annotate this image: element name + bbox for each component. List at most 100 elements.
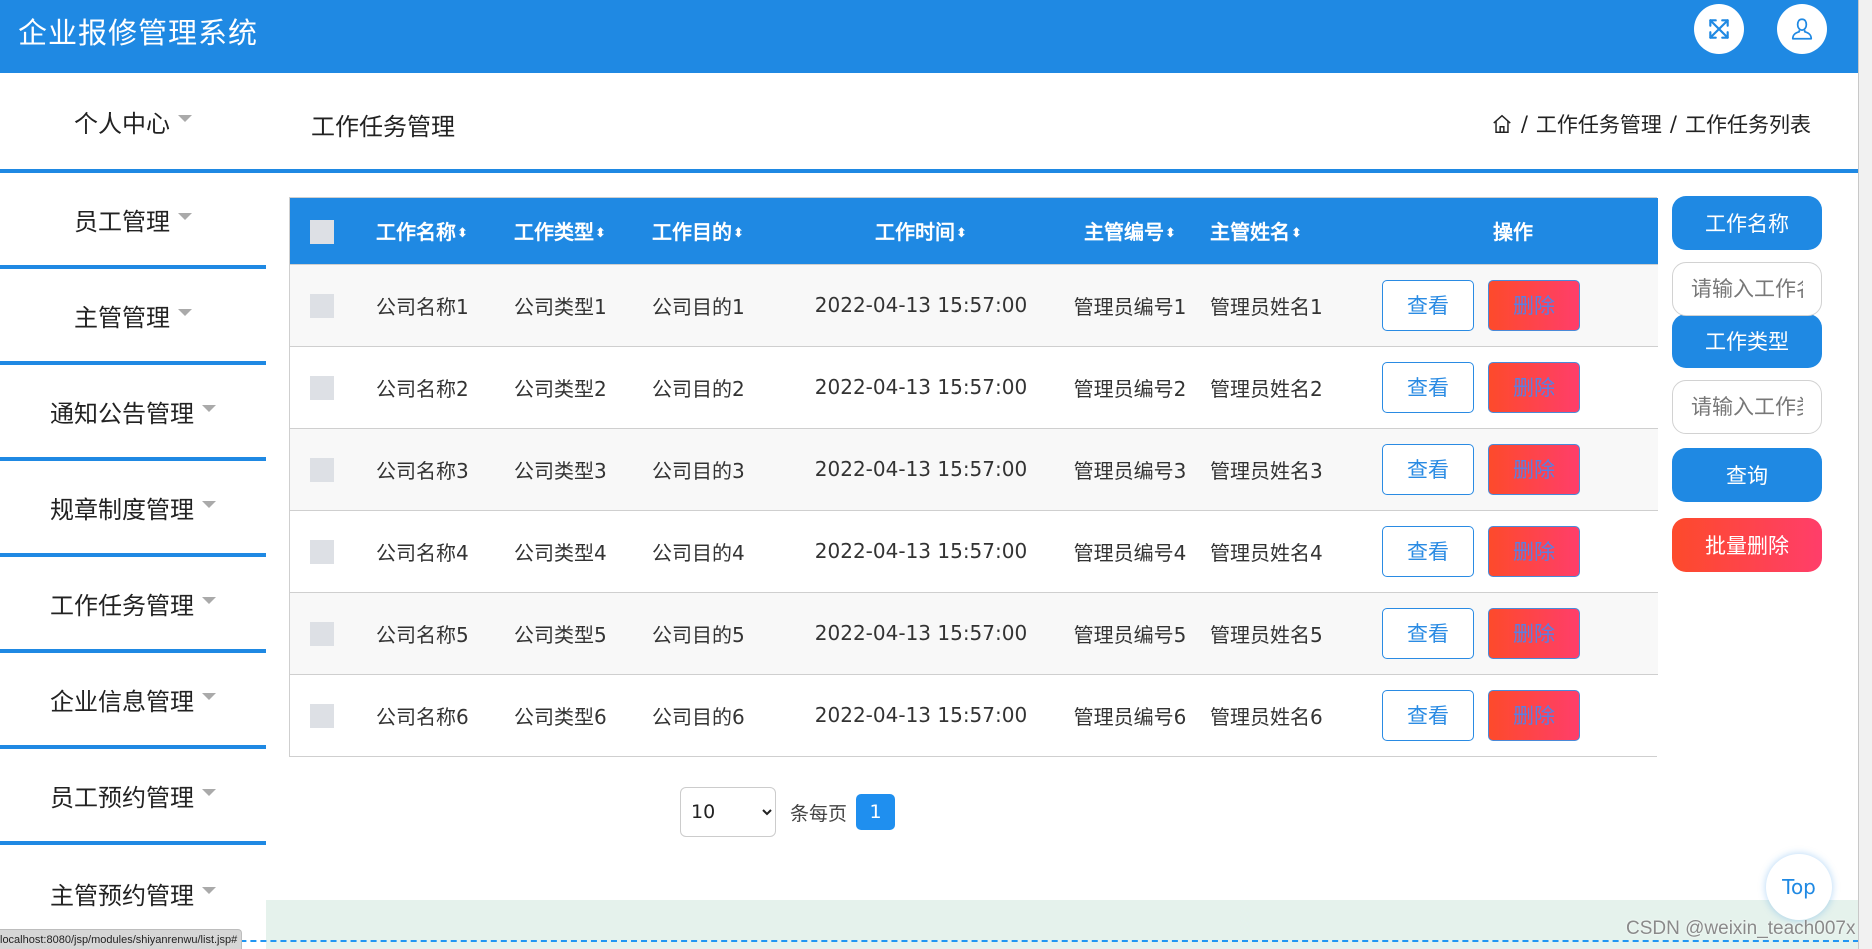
row-checkbox[interactable] [310, 621, 334, 646]
caret-down-icon [178, 212, 192, 220]
work-type-label-button[interactable]: 工作类型 [1672, 314, 1822, 368]
sidebar: 员工管理 主管管理 通知公告管理 规章制度管理 工作任务管理 企业信息管理 员工… [0, 173, 266, 941]
cell-work-type: 公司类型6 [514, 673, 652, 756]
fullscreen-button[interactable] [1694, 4, 1744, 54]
delete-button[interactable]: 删除 [1488, 525, 1580, 577]
table-row: 公司名称3 公司类型3 公司目的3 2022-04-13 15:57:00 管理员编号3… [290, 427, 1658, 510]
expand-arrows-icon [1709, 19, 1729, 39]
view-button[interactable]: 查看 [1382, 607, 1474, 659]
delete-button[interactable]: 删除 [1488, 689, 1580, 741]
cell-supervisor-id: 管理员编号3 [1050, 427, 1210, 510]
watermark: CSDN @weixin_teach007x [1626, 918, 1856, 939]
caret-down-icon [202, 886, 216, 894]
cell-supervisor-id: 管理员编号2 [1050, 345, 1210, 428]
sidebar-item-supervisor[interactable]: 主管管理 [0, 269, 266, 365]
caret-down-icon [178, 308, 192, 316]
cell-work-purpose: 公司目的2 [652, 345, 792, 428]
view-button[interactable]: 查看 [1382, 361, 1474, 413]
back-to-top-button[interactable]: Top [1766, 854, 1832, 920]
dashed-divider [0, 940, 1858, 942]
table-row: 公司名称2 公司类型2 公司目的2 2022-04-13 15:57:00 管理员编号2… [290, 345, 1658, 428]
cell-work-type: 公司类型3 [514, 427, 652, 510]
sidebar-item-label: 员工管理 [74, 207, 170, 236]
sort-icon: ⬍ [457, 226, 468, 242]
column-header-supervisor-name[interactable]: 主管姓名⬍ [1210, 198, 1368, 264]
sidebar-item-supervisor-booking[interactable]: 主管预约管理 [0, 845, 266, 941]
cell-supervisor-name: 管理员姓名1 [1210, 263, 1368, 346]
cell-work-name: 公司名称6 [376, 673, 514, 756]
breadcrumb: / 工作任务管理 / 工作任务列表 [1491, 109, 1811, 139]
batch-delete-button[interactable]: 批量删除 [1672, 518, 1822, 572]
delete-button[interactable]: 删除 [1488, 361, 1580, 413]
cell-work-type: 公司类型5 [514, 591, 652, 674]
sidebar-item-company-info[interactable]: 企业信息管理 [0, 653, 266, 749]
row-checkbox[interactable] [310, 704, 334, 728]
title-row: 个人中心 工作任务管理 / 工作任务管理 / 工作任务列表 [0, 73, 1858, 173]
sidebar-item-label: 工作任务管理 [50, 591, 194, 620]
breadcrumb-separator: / [1520, 112, 1528, 136]
sidebar-item-employee[interactable]: 员工管理 [0, 173, 266, 269]
sidebar-item-rules[interactable]: 规章制度管理 [0, 461, 266, 557]
query-button[interactable]: 查询 [1672, 448, 1822, 502]
sidebar-item-label: 主管预约管理 [50, 881, 194, 910]
column-header-type[interactable]: 工作类型⬍ [514, 198, 652, 264]
cell-work-name: 公司名称4 [376, 509, 514, 592]
delete-button[interactable]: 删除 [1488, 279, 1580, 331]
scrollbar[interactable] [1860, 0, 1872, 949]
app-title: 企业报修管理系统 [18, 16, 259, 50]
work-name-input[interactable] [1672, 262, 1822, 316]
caret-down-icon [202, 692, 216, 700]
sidebar-item-personal-center[interactable]: 个人中心 [0, 73, 266, 169]
table-body: 公司名称1 公司类型1 公司目的1 2022-04-13 15:57:00 管理员编号1… [290, 263, 1658, 756]
home-icon[interactable] [1491, 113, 1513, 135]
breadcrumb-item[interactable]: 工作任务管理 [1536, 109, 1662, 139]
select-all-checkbox[interactable] [310, 219, 334, 244]
row-checkbox[interactable] [310, 375, 334, 400]
sidebar-item-employee-booking[interactable]: 员工预约管理 [0, 749, 266, 845]
table-row: 公司名称4 公司类型4 公司目的4 2022-04-13 15:57:00 管理员编号4… [290, 509, 1658, 592]
row-checkbox[interactable] [310, 293, 334, 318]
view-button[interactable]: 查看 [1382, 689, 1474, 741]
sort-icon: ⬍ [1165, 226, 1176, 242]
table-row: 公司名称5 公司类型5 公司目的5 2022-04-13 15:57:00 管理员编号5… [290, 591, 1658, 674]
cell-work-name: 公司名称5 [376, 591, 514, 674]
view-button[interactable]: 查看 [1382, 279, 1474, 331]
sort-icon: ⬍ [956, 226, 967, 242]
cell-work-time: 2022-04-13 15:57:00 [792, 673, 1050, 756]
cell-work-purpose: 公司目的3 [652, 427, 792, 510]
user-button[interactable] [1777, 4, 1827, 54]
column-header-purpose[interactable]: 工作目的⬍ [652, 198, 792, 264]
cell-work-type: 公司类型1 [514, 263, 652, 346]
delete-button[interactable]: 删除 [1488, 443, 1580, 495]
cell-work-time: 2022-04-13 15:57:00 [792, 263, 1050, 346]
sidebar-item-notice[interactable]: 通知公告管理 [0, 365, 266, 461]
row-checkbox[interactable] [310, 539, 334, 564]
delete-button[interactable]: 删除 [1488, 607, 1580, 659]
sort-icon: ⬍ [733, 226, 744, 242]
column-header-time[interactable]: 工作时间⬍ [792, 198, 1050, 264]
column-header-supervisor-id[interactable]: 主管编号⬍ [1050, 198, 1210, 264]
page: 企业报修管理系统 个人中心 工作任务管理 / 工作任务管理 / 工作任务列表 员… [0, 0, 1859, 949]
work-type-input[interactable] [1672, 380, 1822, 434]
page-size-select[interactable]: 10 [680, 787, 776, 837]
caret-down-icon [202, 404, 216, 412]
column-header-actions: 操作 [1493, 220, 1533, 245]
cell-supervisor-name: 管理员姓名4 [1210, 509, 1368, 592]
view-button[interactable]: 查看 [1382, 443, 1474, 495]
sidebar-item-label: 规章制度管理 [50, 495, 194, 524]
breadcrumb-separator: / [1669, 112, 1677, 136]
work-name-label-button[interactable]: 工作名称 [1672, 196, 1822, 250]
per-page-label: 条每页 [790, 802, 848, 825]
view-button[interactable]: 查看 [1382, 525, 1474, 577]
cell-supervisor-name: 管理员姓名2 [1210, 345, 1368, 428]
user-icon [1791, 18, 1813, 40]
sidebar-item-work-task[interactable]: 工作任务管理 [0, 557, 266, 653]
page-1-button[interactable]: 1 [856, 794, 896, 830]
row-checkbox[interactable] [310, 457, 334, 482]
column-header-name[interactable]: 工作名称⬍ [376, 198, 514, 264]
status-bar-url: localhost:8080/jsp/modules/shiyanrenwu/l… [0, 929, 243, 949]
cell-work-type: 公司类型2 [514, 345, 652, 428]
sidebar-item-label: 员工预约管理 [50, 783, 194, 812]
cell-supervisor-id: 管理员编号5 [1050, 591, 1210, 674]
sidebar-item-label: 主管管理 [74, 303, 170, 332]
